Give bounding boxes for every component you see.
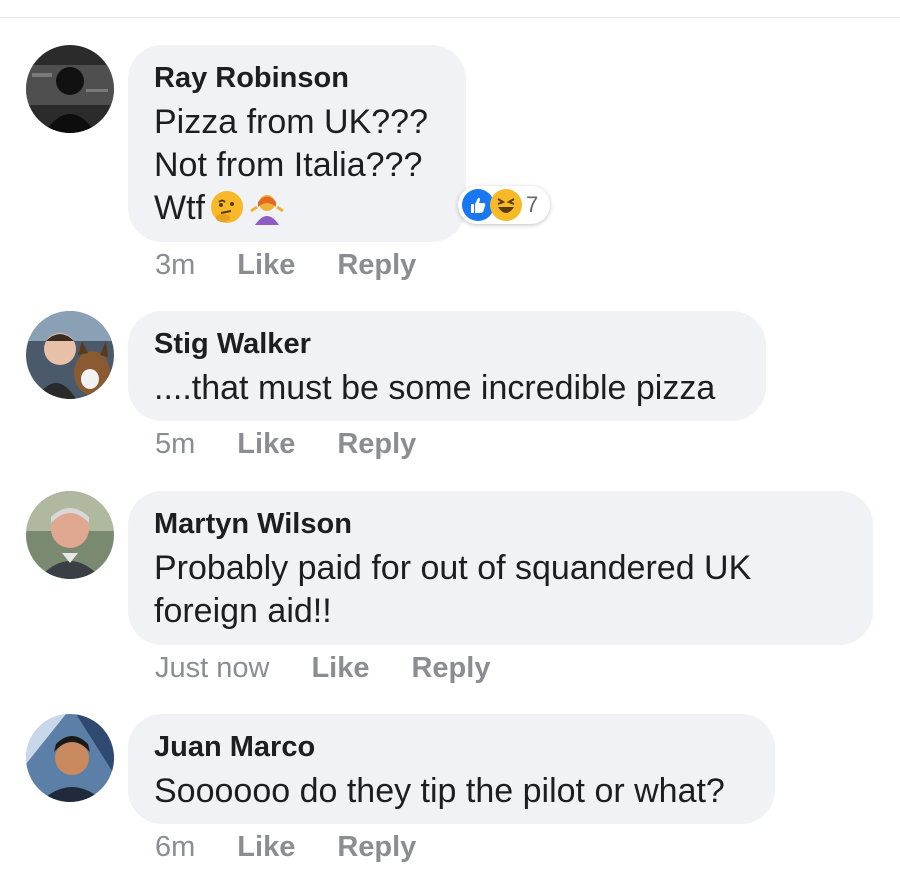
comment-bubble: Ray Robinson Pizza from UK??? Not from I…	[128, 45, 466, 242]
comment-line: foreign aid!!	[154, 592, 332, 630]
comment-text: Pizza from UK??? Not from Italia??? Wtf	[154, 101, 440, 230]
comment-line: Soooooo do they tip the pilot or what?	[154, 772, 725, 810]
top-divider	[0, 17, 900, 18]
reply-button[interactable]: Reply	[337, 830, 416, 864]
comment-line: Pizza from UK???	[154, 103, 428, 141]
like-button[interactable]: Like	[237, 427, 295, 461]
avatar[interactable]	[26, 311, 114, 399]
comment-line: Probably paid for out of squandered UK	[154, 549, 752, 587]
comment-line-with-emoji: Wtf	[154, 187, 440, 230]
comment-actions: 3m Like Reply	[155, 248, 416, 282]
comment-bubble: Stig Walker ....that must be some incred…	[128, 311, 766, 421]
comment-text: Soooooo do they tip the pilot or what?	[154, 770, 749, 813]
comment-text: ....that must be some incredible pizza	[154, 367, 740, 410]
haha-icon	[490, 189, 522, 221]
reply-button[interactable]: Reply	[337, 427, 416, 461]
comment-bubble: Juan Marco Soooooo do they tip the pilot…	[128, 714, 775, 824]
reply-button[interactable]: Reply	[337, 248, 416, 282]
comment-timestamp[interactable]: Just now	[155, 651, 269, 685]
comment-line: Not from Italia???	[154, 146, 423, 184]
comment-timestamp[interactable]: 5m	[155, 427, 195, 461]
thinking-face-icon	[210, 191, 243, 223]
comment-actions: Just now Like Reply	[155, 651, 490, 685]
comment-bubble: Martyn Wilson Probably paid for out of s…	[128, 491, 873, 645]
comment-line: Wtf	[154, 189, 205, 227]
comment-actions: 5m Like Reply	[155, 427, 416, 461]
comment-author[interactable]: Martyn Wilson	[154, 507, 847, 541]
comment-timestamp[interactable]: 3m	[155, 248, 195, 282]
comment-author[interactable]: Stig Walker	[154, 327, 740, 361]
like-button[interactable]: Like	[237, 248, 295, 282]
comment-line: ....that must be some incredible pizza	[154, 369, 716, 407]
reaction-count: 7	[526, 192, 539, 217]
comment-timestamp[interactable]: 6m	[155, 830, 195, 864]
comment-author[interactable]: Juan Marco	[154, 730, 749, 764]
avatar[interactable]	[26, 45, 114, 133]
comment-author[interactable]: Ray Robinson	[154, 61, 440, 95]
comment-text: Probably paid for out of squandered UK f…	[154, 547, 847, 633]
like-button[interactable]: Like	[237, 830, 295, 864]
avatar[interactable]	[26, 491, 114, 579]
like-button[interactable]: Like	[311, 651, 369, 685]
reactions-summary[interactable]: 7	[458, 186, 551, 224]
person-shrugging-icon	[250, 195, 284, 225]
reply-button[interactable]: Reply	[411, 651, 490, 685]
avatar[interactable]	[26, 714, 114, 802]
comment-actions: 6m Like Reply	[155, 830, 416, 864]
